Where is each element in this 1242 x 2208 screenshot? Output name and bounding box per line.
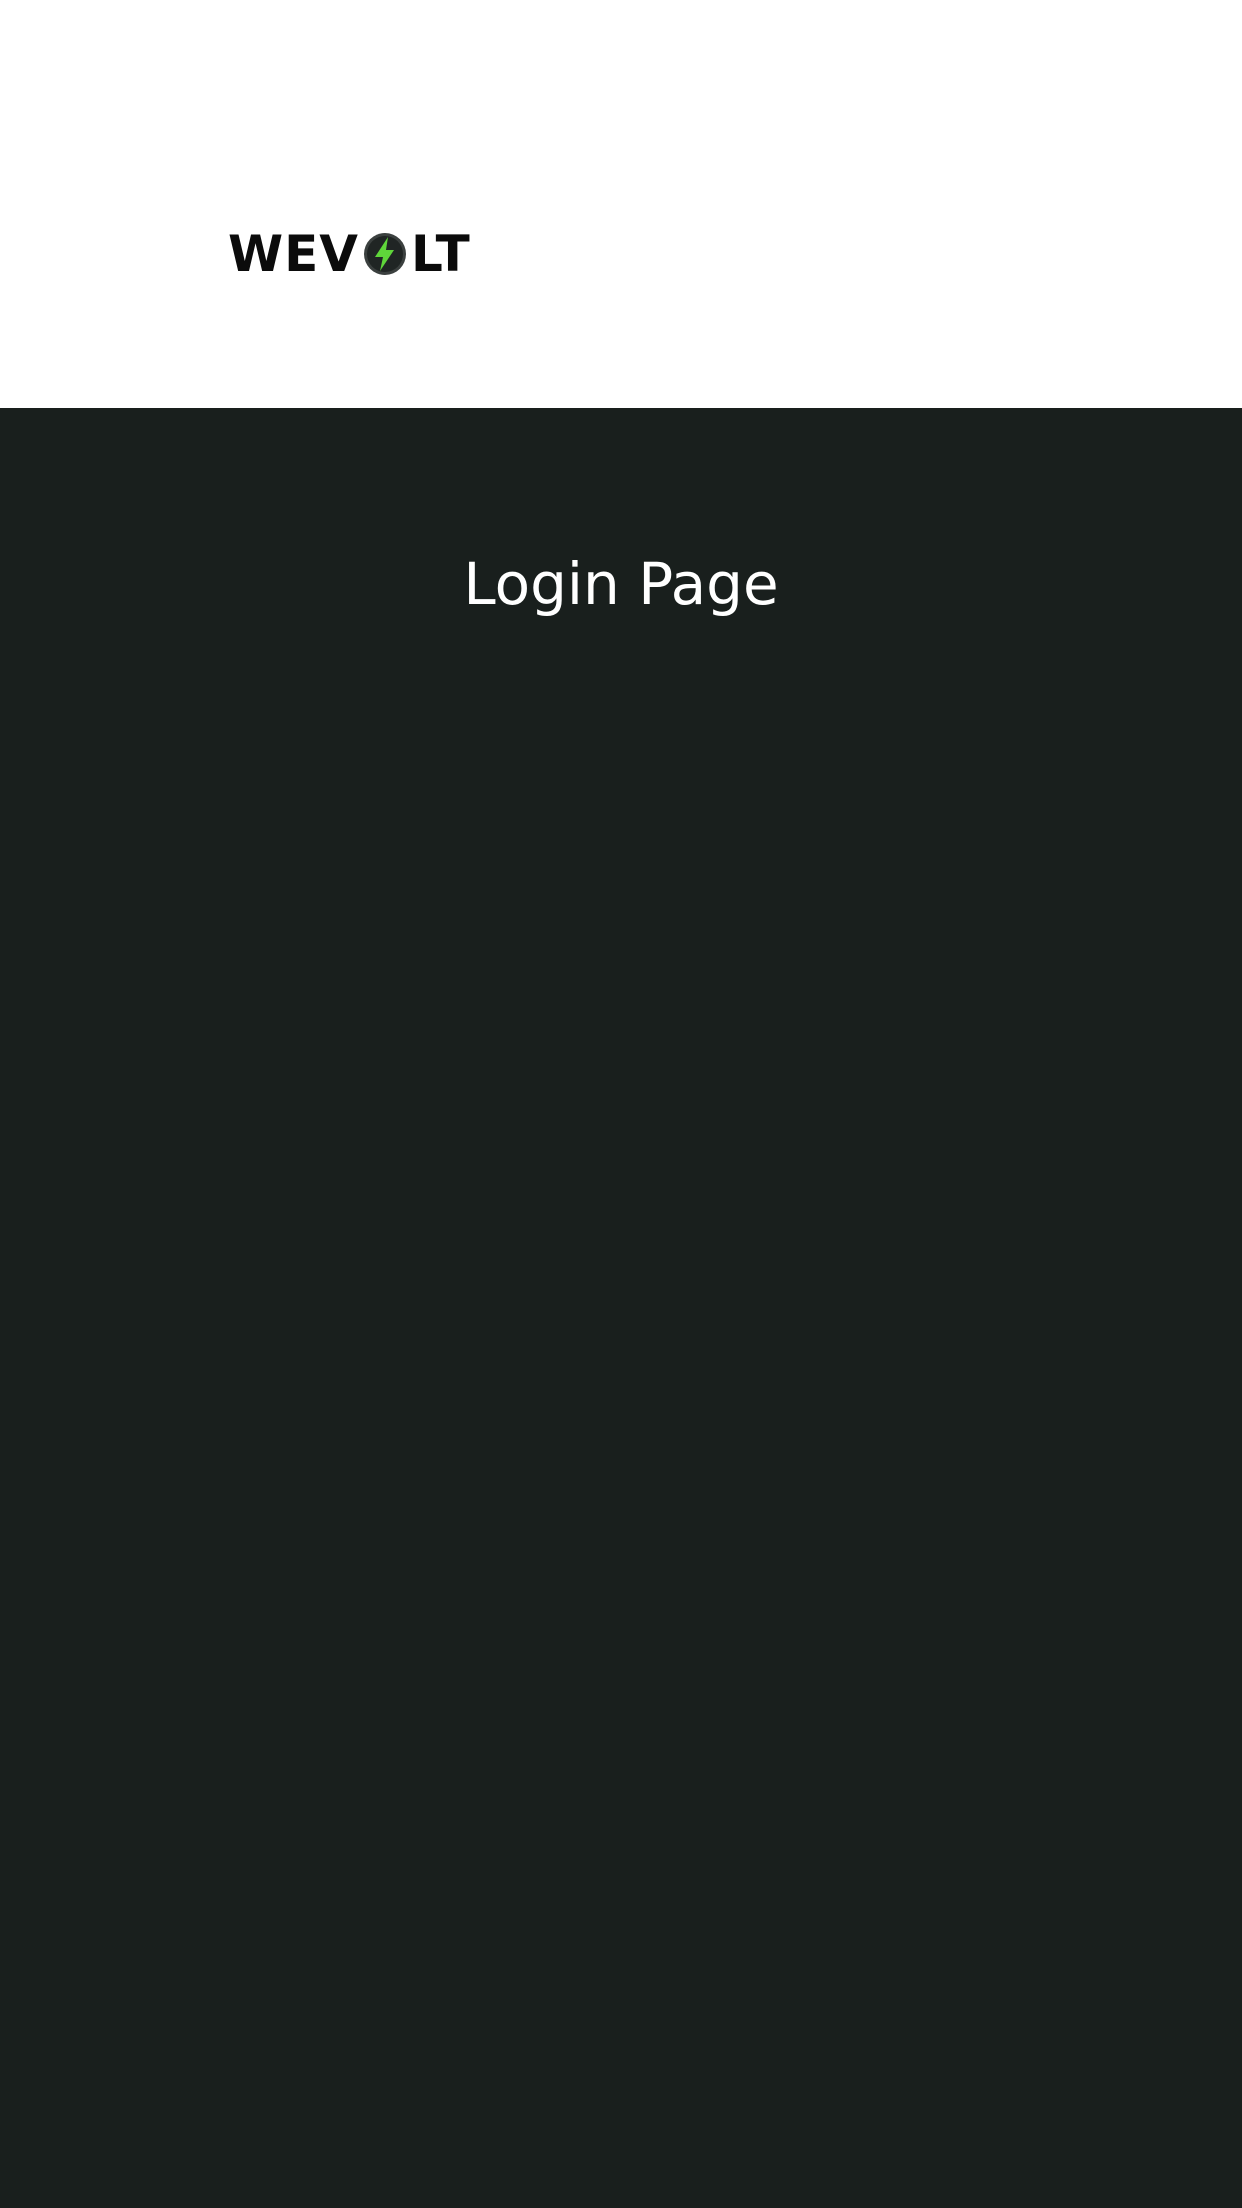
- logo-text-start: WEV: [228, 225, 360, 283]
- app-header: WEV LT: [0, 0, 1242, 408]
- page-title: Login Page: [463, 549, 779, 618]
- logo-text-end: LT: [411, 225, 471, 283]
- login-content: Login Page: [0, 408, 1242, 2208]
- wevolt-logo[interactable]: WEV LT: [228, 226, 471, 282]
- lightning-bolt-icon: [361, 230, 409, 278]
